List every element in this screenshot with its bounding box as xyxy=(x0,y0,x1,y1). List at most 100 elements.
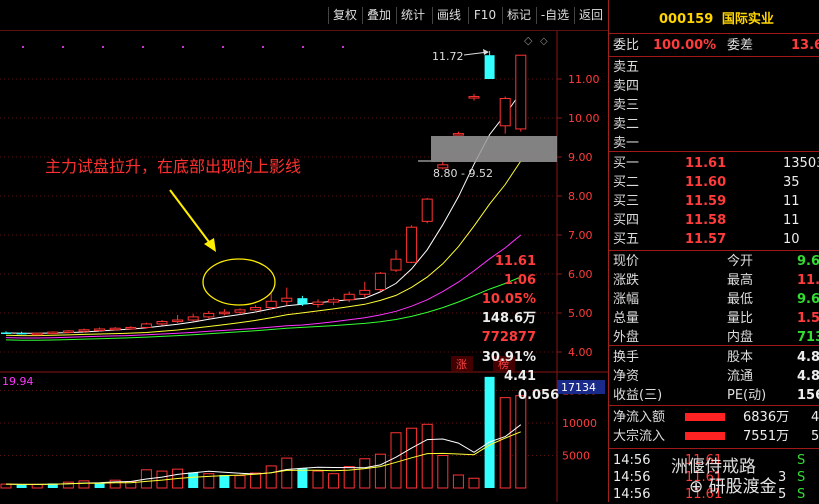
draw-line-button[interactable]: 画线 xyxy=(432,7,465,24)
volume-bar xyxy=(452,474,464,489)
volume-bar xyxy=(265,465,277,489)
mark-button[interactable]: 标记 xyxy=(502,7,535,24)
buy-volume: 10 xyxy=(783,232,800,247)
candle-body xyxy=(172,319,184,323)
stat-row: 涨跌 1.06 最高 11.6 xyxy=(504,271,819,290)
candle-body xyxy=(140,323,152,328)
volume-bar xyxy=(328,473,340,489)
candle-body xyxy=(452,133,464,136)
stat-label-2: 最高 xyxy=(727,273,754,288)
candle-body xyxy=(125,326,137,330)
candle-body xyxy=(78,329,90,332)
overlay-button[interactable]: 叠加 xyxy=(362,7,395,24)
ma-line xyxy=(5,234,522,339)
top-marker xyxy=(182,46,184,48)
candle-body xyxy=(265,300,277,309)
watchlist-button[interactable]: -自选 xyxy=(536,7,573,24)
tick-row: 14:56 11.61 5 S xyxy=(613,485,805,504)
stock-code-name: 000159 国际实业 xyxy=(659,10,774,29)
candle-body xyxy=(203,312,215,318)
collapse-icon[interactable]: ◇ xyxy=(540,36,548,47)
volume-bar xyxy=(281,457,293,489)
quote-panel: 000159 国际实业 委比 100.00% 委差 13.6 卖五 卖四 卖三 卖二卖… xyxy=(482,0,819,504)
candle-body xyxy=(281,297,293,302)
volume-bar xyxy=(250,472,262,489)
candle-body xyxy=(31,332,43,336)
volume-bar xyxy=(31,483,43,489)
sell-label: 卖四 xyxy=(613,79,640,94)
stat-label: 涨幅 xyxy=(613,292,640,307)
volume-bar xyxy=(219,475,230,488)
candle-body xyxy=(468,96,480,99)
stats-button[interactable]: 统计 xyxy=(396,7,429,24)
kline-chart[interactable]: 11.0010.009.008.007.006.005.004.00150001… xyxy=(0,0,608,502)
buy-volume: 35 xyxy=(783,175,800,190)
stat-label-2: 量比 xyxy=(727,311,754,326)
stat-label-2: 流通 xyxy=(727,369,754,384)
volume-bar xyxy=(390,432,402,489)
stat-value: 148.6万 xyxy=(481,311,537,326)
stat-value: 11.61 xyxy=(494,254,537,269)
back-button[interactable]: 返回 xyxy=(574,7,607,24)
flow-extra: 5 xyxy=(811,429,819,444)
candle-body xyxy=(234,309,246,313)
price-tick-label: 5.00 xyxy=(568,307,593,320)
chart-toolbar: 复权 叠加 统计 画线 F10 标记 -自选 返回 xyxy=(0,0,608,31)
tick-time: 14:56 xyxy=(613,453,651,468)
stat-value: 1.06 xyxy=(503,273,537,288)
volume-bar xyxy=(0,483,12,489)
f10-button[interactable]: F10 xyxy=(468,7,501,24)
top-marker xyxy=(302,46,304,48)
tick-volume: 5 xyxy=(778,487,787,502)
candle-body xyxy=(94,328,106,331)
annotation-arrow xyxy=(169,189,213,247)
sell-row: 卖三 xyxy=(613,96,639,115)
buy-row[interactable]: 买三 11.59 11 xyxy=(613,192,800,211)
ma-line xyxy=(5,92,522,334)
buy-label: 买二 xyxy=(613,175,640,190)
candle-body xyxy=(499,98,511,127)
flow-value: 7551万 xyxy=(743,429,790,444)
fuquan-button[interactable]: 复权 xyxy=(328,7,361,24)
buy-row[interactable]: 买四 11.58 11 xyxy=(613,211,800,230)
top-marker xyxy=(102,46,104,48)
candle-body xyxy=(47,331,59,335)
sell-row: 卖五 xyxy=(613,58,639,77)
stat-row: 换手 30.91% 股本 4.81 xyxy=(482,348,819,367)
stat-label-2: 股本 xyxy=(727,350,754,365)
buy-row[interactable]: 买一 11.61 13503 xyxy=(613,154,819,173)
stat-row: 现价 11.61 今开 9.6 xyxy=(495,252,819,271)
buy-volume: 11 xyxy=(783,194,800,209)
flow-extra: 4 xyxy=(811,410,819,425)
stat-value-2: 1.5 xyxy=(797,311,819,326)
stat-label-2: PE(动) xyxy=(727,388,767,403)
weicha-value: 13.6 xyxy=(791,38,819,53)
buy-price: 11.57 xyxy=(685,232,727,247)
buy-row[interactable]: 买五 11.57 10 xyxy=(613,230,800,249)
volume-bar xyxy=(499,397,511,489)
flow-label: 大宗流入 xyxy=(613,429,666,444)
stat-row: 涨幅 10.05% 最低 9.6 xyxy=(482,290,819,309)
volume-bar xyxy=(515,395,527,489)
flow-label: 净流入额 xyxy=(613,410,666,425)
candle-body xyxy=(421,198,433,222)
top-marker xyxy=(22,46,24,48)
stat-row: 净资 4.41 流通 4.81 xyxy=(504,367,819,386)
stock-name: 国际实业 xyxy=(721,12,774,27)
top-marker xyxy=(142,46,144,48)
volume-bar xyxy=(78,480,90,489)
sell-label: 卖一 xyxy=(613,136,640,151)
peak-label: 11.72 xyxy=(432,50,464,63)
buy-label: 买五 xyxy=(613,232,640,247)
stat-row: 总量 148.6万 量比 1.5 xyxy=(482,309,819,328)
stock-code: 000159 xyxy=(659,12,714,27)
candle-body xyxy=(374,272,386,291)
sell-label: 卖三 xyxy=(613,98,640,113)
vol-tick-label: 5000 xyxy=(562,450,590,463)
buy-row[interactable]: 买二 11.60 35 xyxy=(613,173,800,192)
stat-value-2: 9.6 xyxy=(797,254,819,269)
tick-flag: S xyxy=(797,487,806,502)
stat-label: 总量 xyxy=(613,311,640,326)
stat-value-2: 4.81 xyxy=(797,350,819,365)
buy-price: 11.59 xyxy=(685,194,727,209)
